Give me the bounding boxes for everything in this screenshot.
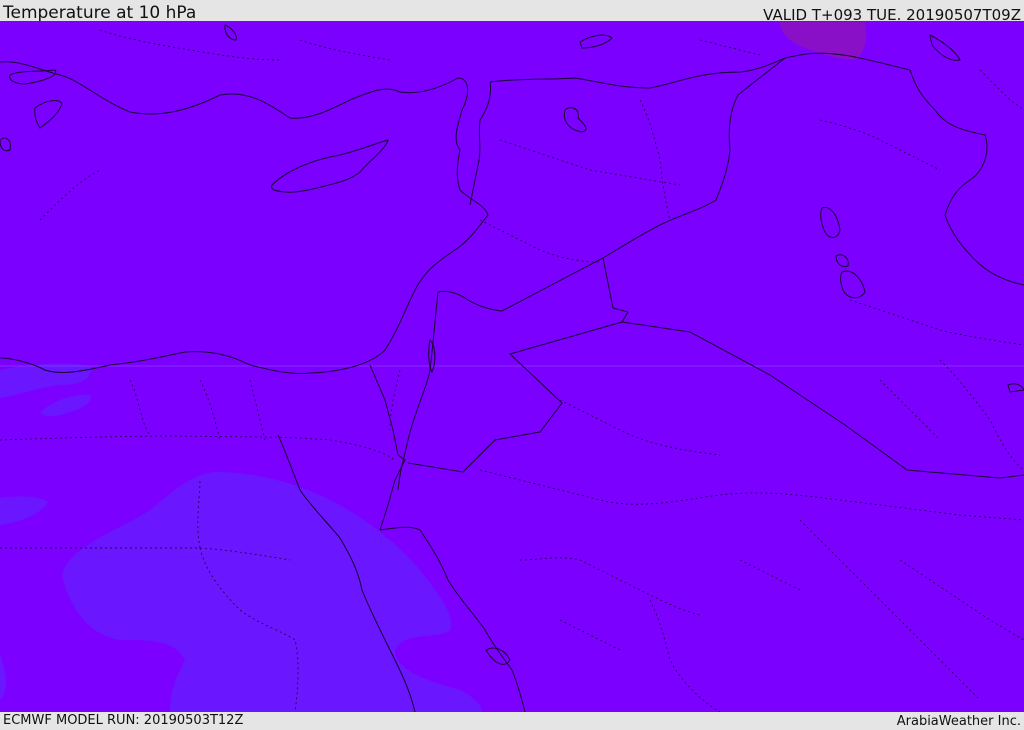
model-run-label: ECMWF MODEL RUN: 20190503T12Z (3, 713, 244, 728)
map-canvas (0, 21, 1024, 712)
credit-label: ArabiaWeather Inc. (896, 714, 1021, 729)
header-bar: Temperature at 10 hPa VALID T+093 TUE. 2… (0, 0, 1024, 24)
footer-bar: ECMWF MODEL RUN: 20190503T12Z ArabiaWeat… (0, 712, 1024, 729)
weather-map[interactable] (0, 21, 1024, 712)
